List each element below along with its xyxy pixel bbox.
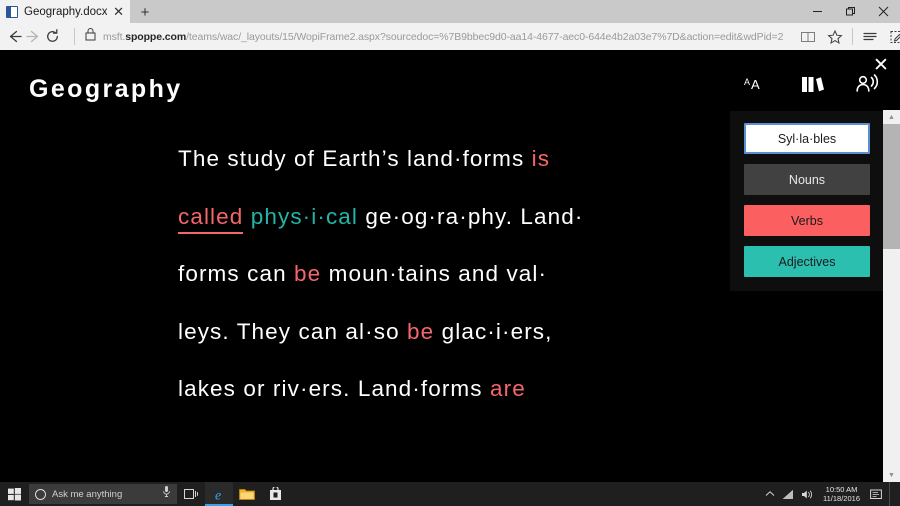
text-line: called phys·i·cal ge·og·ra·phy. Land·: [178, 188, 718, 246]
text-line: lakes or riv·ers. Land·forms are: [178, 360, 718, 418]
refresh-icon[interactable]: [44, 25, 61, 49]
windows-start-icon[interactable]: [0, 482, 28, 506]
option-nouns[interactable]: Nouns: [744, 164, 870, 195]
minimize-icon[interactable]: [801, 0, 834, 23]
text-size-icon[interactable]: A A: [737, 69, 777, 99]
system-tray: 10:50 AM 11/18/2016: [765, 482, 900, 506]
divider: [852, 28, 854, 45]
svg-text:A: A: [744, 77, 750, 87]
reading-list-icon[interactable]: [857, 25, 883, 49]
text-run: moun·tains and val·: [321, 261, 548, 286]
text-run: forms can: [178, 261, 295, 286]
tab-title: Geography.docx: [24, 5, 108, 18]
option-adjectives[interactable]: Adjectives: [744, 246, 870, 277]
grammar-tools-icon[interactable]: [792, 69, 832, 99]
text-run: glac·i·ers,: [434, 318, 553, 344]
option-syllables[interactable]: Syl·la·bles: [744, 123, 870, 154]
option-verbs[interactable]: Verbs: [744, 205, 870, 236]
divider: [74, 28, 75, 45]
tab-strip: Geography.docx ✕ +: [0, 0, 900, 23]
new-tab-button[interactable]: +: [134, 3, 156, 23]
browser-tab[interactable]: Geography.docx ✕: [0, 0, 130, 23]
close-icon[interactable]: ✕: [113, 5, 124, 18]
text-line: leys. They can al·so be glac·i·ers,: [178, 303, 718, 361]
verb-highlight: be: [407, 318, 435, 344]
address-bar[interactable]: msft.spoppe.com/teams/wac/_layouts/15/Wo…: [65, 24, 790, 49]
browser-toolbar: [795, 25, 900, 49]
grammar-options-flyout: Syl·la·bles Nouns Verbs Adjectives: [730, 111, 884, 291]
verb-highlight: are: [489, 376, 526, 401]
taskbar-app-file-explorer[interactable]: [233, 482, 261, 506]
verb-highlight: is: [531, 146, 551, 171]
text-line: The study of Earth’s land·forms is: [178, 130, 718, 188]
reading-view-icon[interactable]: [795, 25, 821, 49]
text-run: The study of Earth’s land·forms: [178, 146, 532, 171]
back-arrow-icon[interactable]: [6, 25, 23, 49]
taskbar-app-store[interactable]: [261, 482, 289, 506]
clock[interactable]: 10:50 AM 11/18/2016: [820, 485, 863, 504]
verb-highlight-selected: called: [178, 203, 244, 234]
browser-window: Geography.docx ✕ + msft.spoppe.com/teams…: [0, 0, 900, 506]
text-run: [243, 204, 250, 229]
forward-arrow-icon[interactable]: [25, 25, 42, 49]
text-run: lakes or riv·ers. Land·forms: [178, 376, 490, 401]
network-icon[interactable]: [782, 489, 794, 500]
word-doc-icon: [6, 5, 18, 18]
clock-date: 11/18/2016: [823, 494, 860, 503]
url-path: /teams/wac/_layouts/15/WopiFrame2.aspx?s…: [186, 30, 784, 43]
cortana-icon: [35, 488, 46, 500]
reader-tools: A A: [737, 67, 887, 101]
show-hidden-icons-icon[interactable]: [765, 490, 775, 498]
action-center-icon[interactable]: [870, 489, 882, 500]
windows-taskbar: Ask me anything e 10:50 AM 11/18/2016: [0, 482, 900, 506]
url-domain: spoppe.com: [125, 30, 187, 43]
scroll-up-icon[interactable]: ▲: [883, 110, 900, 124]
svg-text:e: e: [215, 488, 221, 502]
navigation-bar: msft.spoppe.com/teams/wac/_layouts/15/Wo…: [0, 23, 900, 50]
document-title: Geography: [29, 75, 183, 103]
window-controls: [801, 0, 900, 23]
text-run: leys. They can al·so: [178, 318, 408, 344]
clock-time: 10:50 AM: [825, 484, 858, 494]
taskbar-app-edge[interactable]: e: [205, 482, 233, 506]
search-placeholder: Ask me anything: [52, 488, 123, 500]
web-notes-icon[interactable]: [884, 25, 900, 49]
close-icon[interactable]: [867, 0, 900, 23]
url-prefix: msft.: [103, 30, 126, 43]
text-line: forms can be moun·tains and val·: [178, 245, 718, 303]
page-scrollbar[interactable]: ▲ ▼: [883, 110, 900, 482]
volume-icon[interactable]: [801, 489, 813, 500]
favorites-star-icon[interactable]: [822, 25, 848, 49]
document-body: The study of Earth’s land·forms is calle…: [178, 130, 718, 418]
text-run: ge·og·ra·phy. Land·: [358, 203, 584, 229]
show-desktop-button[interactable]: [889, 482, 896, 506]
verb-highlight: be: [294, 261, 322, 286]
search-input[interactable]: Ask me anything: [29, 484, 177, 504]
scroll-down-icon[interactable]: ▼: [883, 468, 900, 482]
task-view-icon[interactable]: [177, 482, 205, 506]
restore-icon[interactable]: [834, 0, 867, 23]
lock-icon: [84, 27, 97, 46]
reading-view-stage: ✕ Geography The study of Earth’s land·fo…: [0, 50, 900, 482]
address-text: msft.spoppe.com/teams/wac/_layouts/15/Wo…: [103, 31, 783, 43]
svg-text:A: A: [751, 77, 760, 92]
read-aloud-icon[interactable]: [847, 69, 887, 99]
adjective-highlight: phys·i·cal: [250, 203, 359, 229]
microphone-icon[interactable]: [162, 485, 171, 503]
scrollbar-thumb[interactable]: [883, 124, 900, 249]
